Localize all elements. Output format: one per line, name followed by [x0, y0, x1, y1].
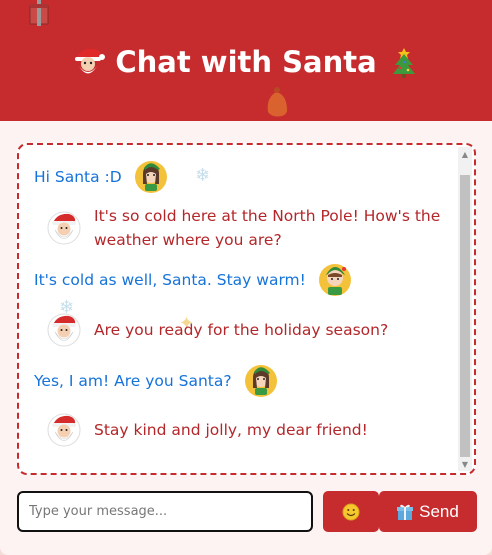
scroll-thumb[interactable]	[460, 175, 470, 457]
message-text: It's cold as well, Santa. Stay warm!	[34, 271, 306, 289]
chat-window[interactable]: ❄ ❄ ✦ Hi Santa :D It's so cold here at t…	[17, 143, 476, 475]
message-text: Hi Santa :D	[34, 168, 122, 186]
elf-boy-avatar-icon	[318, 264, 351, 296]
santa-message: Stay kind and jolly, my dear friend!	[47, 413, 447, 447]
santa-avatar-icon	[47, 413, 81, 447]
gift-icon	[397, 504, 414, 520]
composer: Send	[17, 491, 477, 532]
user-message: Yes, I am! Are you Santa?	[34, 364, 314, 398]
snowflake-decoration-icon: ❄	[195, 165, 211, 186]
message-text: Are you ready for the holiday season?	[94, 321, 389, 339]
santa-message: It's so cold here at the North Pole! How…	[47, 204, 457, 252]
christmas-tree-icon	[392, 48, 415, 78]
emoji-button[interactable]	[323, 491, 379, 532]
header: Chat with Santa	[0, 0, 492, 121]
elf-girl-avatar-icon	[134, 161, 167, 193]
scroll-up-arrow-icon[interactable]: ▲	[458, 147, 472, 161]
send-button[interactable]: Send	[379, 491, 477, 532]
message-text: Yes, I am! Are you Santa?	[34, 372, 232, 390]
santa-avatar-icon	[47, 211, 81, 245]
santa-face-icon	[75, 48, 106, 74]
smiley-icon	[342, 503, 360, 520]
scroll-down-arrow-icon[interactable]: ▼	[458, 457, 472, 471]
message-list: ❄ ❄ ✦ Hi Santa :D It's so cold here at t…	[19, 145, 459, 473]
chat-scrollbar[interactable]: ▲ ▼	[458, 147, 472, 471]
page-title-row: Chat with Santa	[0, 40, 492, 84]
page-title: Chat with Santa	[115, 45, 377, 79]
elf-girl-avatar-icon	[244, 365, 277, 397]
user-message: It's cold as well, Santa. Stay warm!	[34, 263, 364, 297]
message-input[interactable]	[17, 491, 313, 532]
gift-decoration-icon	[29, 0, 49, 26]
chat-app: Chat with Santa ❄ ❄ ✦ Hi Santa :D It's s…	[0, 0, 492, 555]
santa-avatar-icon	[47, 313, 81, 347]
bell-decoration-icon	[267, 87, 288, 117]
message-text: Stay kind and jolly, my dear friend!	[94, 421, 368, 439]
send-button-label: Send	[419, 501, 459, 521]
santa-message: Are you ready for the holiday season?	[47, 313, 447, 347]
user-message: Hi Santa :D	[34, 160, 194, 194]
message-text: It's so cold here at the North Pole! How…	[94, 207, 441, 249]
